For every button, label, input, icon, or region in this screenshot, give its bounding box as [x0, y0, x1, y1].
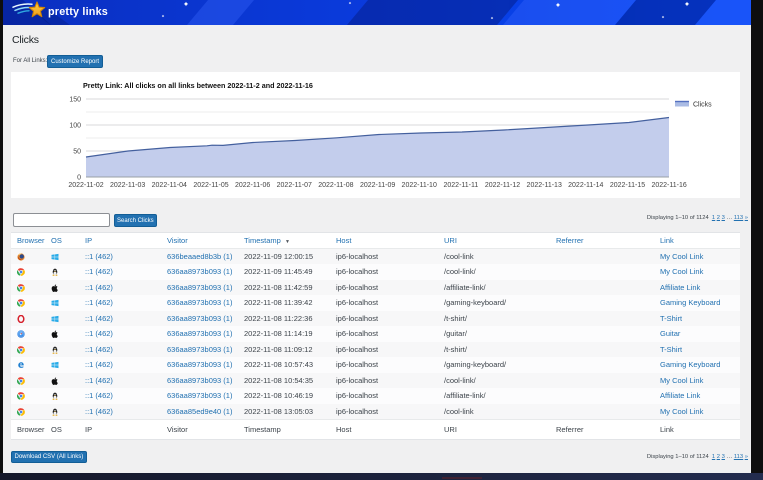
svg-text:2022-11-04: 2022-11-04 — [152, 182, 187, 189]
svg-text:Pretty Link: All clicks on all: Pretty Link: All clicks on all links bet… — [83, 81, 313, 90]
svg-text:2022-11-06: 2022-11-06 — [235, 182, 270, 189]
svg-text:Clicks: Clicks — [693, 102, 712, 109]
svg-text:2022-11-07: 2022-11-07 — [277, 182, 312, 189]
svg-text:100: 100 — [69, 123, 81, 130]
svg-text:2022-11-08: 2022-11-08 — [318, 182, 353, 189]
svg-text:2022-11-12: 2022-11-12 — [485, 182, 520, 189]
svg-text:2022-11-05: 2022-11-05 — [193, 182, 228, 189]
svg-text:2022-11-13: 2022-11-13 — [527, 182, 562, 189]
svg-text:2022-11-15: 2022-11-15 — [610, 182, 645, 189]
svg-text:2022-11-10: 2022-11-10 — [402, 182, 437, 189]
svg-text:2022-11-02: 2022-11-02 — [68, 182, 103, 189]
svg-text:150: 150 — [69, 97, 81, 104]
svg-text:2022-11-09: 2022-11-09 — [360, 182, 395, 189]
svg-text:0: 0 — [77, 175, 81, 182]
svg-text:pretty links: pretty links — [48, 6, 108, 18]
svg-text:2022-11-14: 2022-11-14 — [568, 182, 603, 189]
svg-text:2022-11-16: 2022-11-16 — [651, 182, 686, 189]
svg-text:50: 50 — [73, 149, 81, 156]
svg-text:2022-11-11: 2022-11-11 — [444, 182, 479, 189]
svg-text:2022-11-03: 2022-11-03 — [110, 182, 145, 189]
